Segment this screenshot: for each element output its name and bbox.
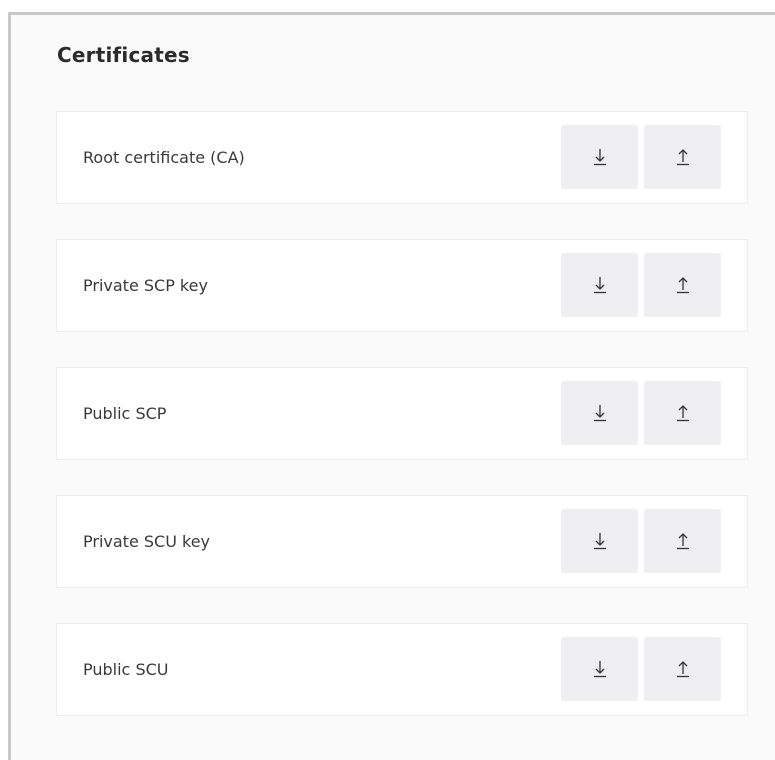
upload-private-scu-key-button[interactable]	[644, 509, 721, 573]
certificate-row-public-scp: Public SCP	[56, 367, 748, 460]
certificate-label: Public SCP	[83, 404, 167, 423]
download-icon	[593, 277, 606, 294]
download-root-ca-button[interactable]	[561, 125, 638, 189]
upload-icon	[676, 661, 689, 678]
certificate-row-public-scu: Public SCU	[56, 623, 748, 716]
certificate-row-private-scu-key: Private SCU key	[56, 495, 748, 588]
download-public-scp-button[interactable]	[561, 381, 638, 445]
download-private-scu-key-button[interactable]	[561, 509, 638, 573]
certificate-label: Public SCU	[83, 660, 169, 679]
download-icon	[593, 661, 606, 678]
upload-public-scp-button[interactable]	[644, 381, 721, 445]
panel-title: Certificates	[57, 43, 190, 67]
upload-icon	[676, 533, 689, 550]
certificate-row-private-scp-key: Private SCP key	[56, 239, 748, 332]
upload-root-ca-button[interactable]	[644, 125, 721, 189]
certificate-label: Root certificate (CA)	[83, 148, 245, 167]
certificate-list: Root certificate (CA) Private SCP key Pu…	[56, 111, 748, 751]
certificate-label: Private SCU key	[83, 532, 210, 551]
download-icon	[593, 533, 606, 550]
download-icon	[593, 405, 606, 422]
certificates-panel: Certificates Root certificate (CA) Priva…	[8, 12, 775, 760]
upload-icon	[676, 405, 689, 422]
upload-icon	[676, 149, 689, 166]
upload-public-scu-button[interactable]	[644, 637, 721, 701]
download-public-scu-button[interactable]	[561, 637, 638, 701]
upload-private-scp-key-button[interactable]	[644, 253, 721, 317]
download-icon	[593, 149, 606, 166]
certificate-label: Private SCP key	[83, 276, 208, 295]
certificate-row-root-ca: Root certificate (CA)	[56, 111, 748, 204]
upload-icon	[676, 277, 689, 294]
download-private-scp-key-button[interactable]	[561, 253, 638, 317]
